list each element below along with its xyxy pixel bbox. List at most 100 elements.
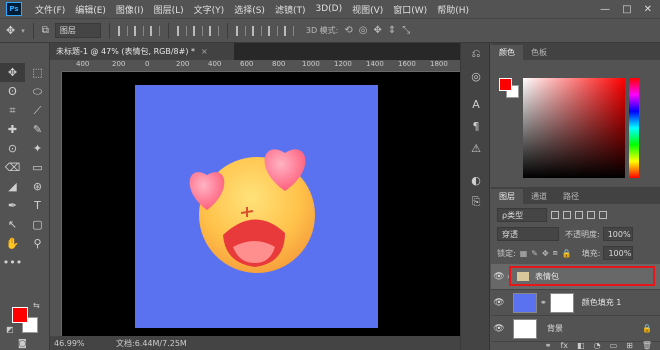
default-colors-icon[interactable]: ◩ [6, 325, 14, 334]
color-panel-foreground-swatch[interactable] [499, 78, 512, 91]
filter-smart-object-icon[interactable] [599, 211, 607, 219]
3d-scale-icon[interactable]: ⤡ [402, 25, 410, 36]
history-panel-icon[interactable]: ⎌ [461, 43, 491, 65]
saturation-value-picker[interactable] [523, 78, 625, 178]
tab-channels[interactable]: 通道 [523, 189, 555, 204]
align-bottom-icon[interactable] [208, 25, 219, 36]
move-tool-icon[interactable]: ✥ [6, 24, 15, 37]
brush-tool-icon[interactable]: ✎ [25, 120, 50, 139]
delete-layer-icon[interactable]: 🗑 [642, 341, 652, 350]
filter-pixel-icon[interactable] [551, 211, 559, 219]
close-tab-icon[interactable]: × [201, 47, 208, 56]
close-icon[interactable]: ✕ [644, 4, 652, 15]
tab-paths[interactable]: 路径 [555, 189, 587, 204]
more-tools-icon[interactable]: ••• [0, 253, 25, 272]
menu-window[interactable]: 窗口(W) [388, 3, 432, 16]
crop-tool-icon[interactable]: ⌗ [0, 101, 25, 120]
artboard[interactable] [135, 85, 378, 328]
distribute-icon[interactable] [267, 25, 278, 36]
layer-style-icon[interactable]: fx [560, 341, 568, 350]
blur-tool-icon[interactable]: ◢ [0, 177, 25, 196]
paragraph-panel-icon[interactable]: ¶ [461, 115, 491, 137]
align-top-icon[interactable] [176, 25, 187, 36]
canvas-area[interactable] [62, 72, 460, 336]
adjustments-panel-icon[interactable]: ◐ [461, 169, 491, 191]
vertical-ruler[interactable] [50, 72, 62, 336]
blend-mode-dropdown[interactable]: 穿透 [497, 227, 559, 241]
maximize-icon[interactable]: □ [622, 4, 631, 15]
lock-transparent-icon[interactable]: ▦ [520, 249, 528, 258]
lasso-tool-icon[interactable]: ʘ [0, 82, 25, 101]
add-mask-icon[interactable]: ◧ [577, 341, 585, 350]
lock-position-icon[interactable]: ✥ [542, 249, 549, 258]
move-tool-icon[interactable]: ✥ [0, 63, 25, 82]
gradient-tool-icon[interactable]: ▭ [25, 158, 50, 177]
quick-mask-icon[interactable]: ◙ [18, 339, 27, 349]
align-middle-icon[interactable] [192, 25, 203, 36]
menu-3d[interactable]: 3D(D) [310, 4, 347, 14]
align-right-icon[interactable] [149, 25, 160, 36]
menu-view[interactable]: 视图(V) [347, 3, 388, 16]
zoom-tool-icon[interactable]: ⚲ [25, 234, 50, 253]
warning-color-icon[interactable]: ⚠ [461, 137, 491, 159]
rectangle-tool-icon[interactable]: ▢ [25, 215, 50, 234]
3d-slide-icon[interactable]: ⇕ [388, 25, 396, 36]
menu-layer[interactable]: 图层(L) [149, 3, 189, 16]
swap-colors-icon[interactable]: ⇆ [33, 301, 40, 310]
clone-stamp-tool-icon[interactable]: ⊙ [0, 139, 25, 158]
tab-color[interactable]: 颜色 [491, 45, 523, 60]
properties-panel-icon[interactable]: ◎ [461, 65, 491, 87]
chevron-down-icon[interactable]: ▾ [21, 27, 25, 35]
auto-select-dropdown[interactable]: 图层 [54, 23, 101, 38]
menu-edit[interactable]: 编辑(E) [70, 3, 111, 16]
hue-slider[interactable] [629, 78, 639, 178]
align-center-icon[interactable] [133, 25, 144, 36]
link-layers-icon[interactable]: ⚭ [545, 341, 552, 350]
menu-file[interactable]: 文件(F) [30, 3, 70, 16]
document-tab[interactable]: 未标题-1 @ 47% (表情包, RGB/8#) * × [50, 43, 234, 60]
new-group-icon[interactable]: ▭ [610, 341, 618, 350]
healing-brush-tool-icon[interactable]: ✚ [0, 120, 25, 139]
horizontal-ruler[interactable]: 400 200 0 200 400 600 800 1000 1200 1400… [62, 60, 460, 72]
3d-rotate-icon[interactable]: ⟲ [344, 25, 352, 36]
visibility-eye-icon[interactable]: 👁 [491, 324, 507, 334]
lock-all-icon[interactable]: 🔒 [562, 249, 572, 258]
distribute-icon[interactable] [283, 25, 294, 36]
filter-adjustment-icon[interactable] [563, 211, 571, 219]
lock-pixels-icon[interactable]: ✎ [531, 249, 538, 258]
3d-roll-icon[interactable]: ◎ [359, 25, 368, 36]
hand-tool-icon[interactable]: ✋ [0, 234, 25, 253]
eyedropper-tool-icon[interactable]: ⟋ [25, 101, 50, 120]
3d-pan-icon[interactable]: ✥ [374, 25, 382, 36]
distribute-icon[interactable] [251, 25, 262, 36]
lock-artboard-icon[interactable]: ⧈ [553, 248, 558, 258]
menu-image[interactable]: 图像(I) [111, 3, 149, 16]
filter-type-icon[interactable] [575, 211, 583, 219]
marquee-tool-icon[interactable]: ⬚ [25, 63, 50, 82]
dodge-tool-icon[interactable]: ⊛ [25, 177, 50, 196]
distribute-icon[interactable] [235, 25, 246, 36]
opacity-input[interactable]: 100% [602, 227, 633, 241]
type-tool-icon[interactable]: T [25, 196, 50, 215]
path-selection-tool-icon[interactable]: ↖ [0, 215, 25, 234]
adjustment-layer-icon[interactable]: ◔ [594, 341, 601, 350]
fill-input[interactable]: 100% [603, 246, 634, 260]
align-left-icon[interactable] [117, 25, 128, 36]
libraries-panel-icon[interactable]: ⎘ [461, 191, 491, 213]
quick-select-tool-icon[interactable]: ⬭ [25, 82, 50, 101]
document-info[interactable]: 文档:6.44M/7.25M [100, 338, 187, 349]
new-layer-icon[interactable]: ⊞ [626, 341, 633, 350]
layers-stack-icon[interactable]: ⧉ [42, 25, 49, 36]
foreground-color-swatch[interactable] [12, 307, 28, 323]
tab-layers[interactable]: 图层 [491, 189, 523, 204]
menu-help[interactable]: 帮助(H) [432, 3, 474, 16]
filter-kind-dropdown[interactable]: ρ类型 [497, 208, 547, 222]
filter-shape-icon[interactable] [587, 211, 595, 219]
menu-select[interactable]: 选择(S) [229, 3, 270, 16]
menu-type[interactable]: 文字(Y) [189, 3, 230, 16]
minimize-icon[interactable]: — [600, 4, 610, 15]
history-brush-tool-icon[interactable]: ✦ [25, 139, 50, 158]
visibility-eye-icon[interactable]: 👁 [491, 272, 507, 282]
pen-tool-icon[interactable]: ✒ [0, 196, 25, 215]
zoom-level[interactable]: 46.99% [50, 339, 100, 348]
